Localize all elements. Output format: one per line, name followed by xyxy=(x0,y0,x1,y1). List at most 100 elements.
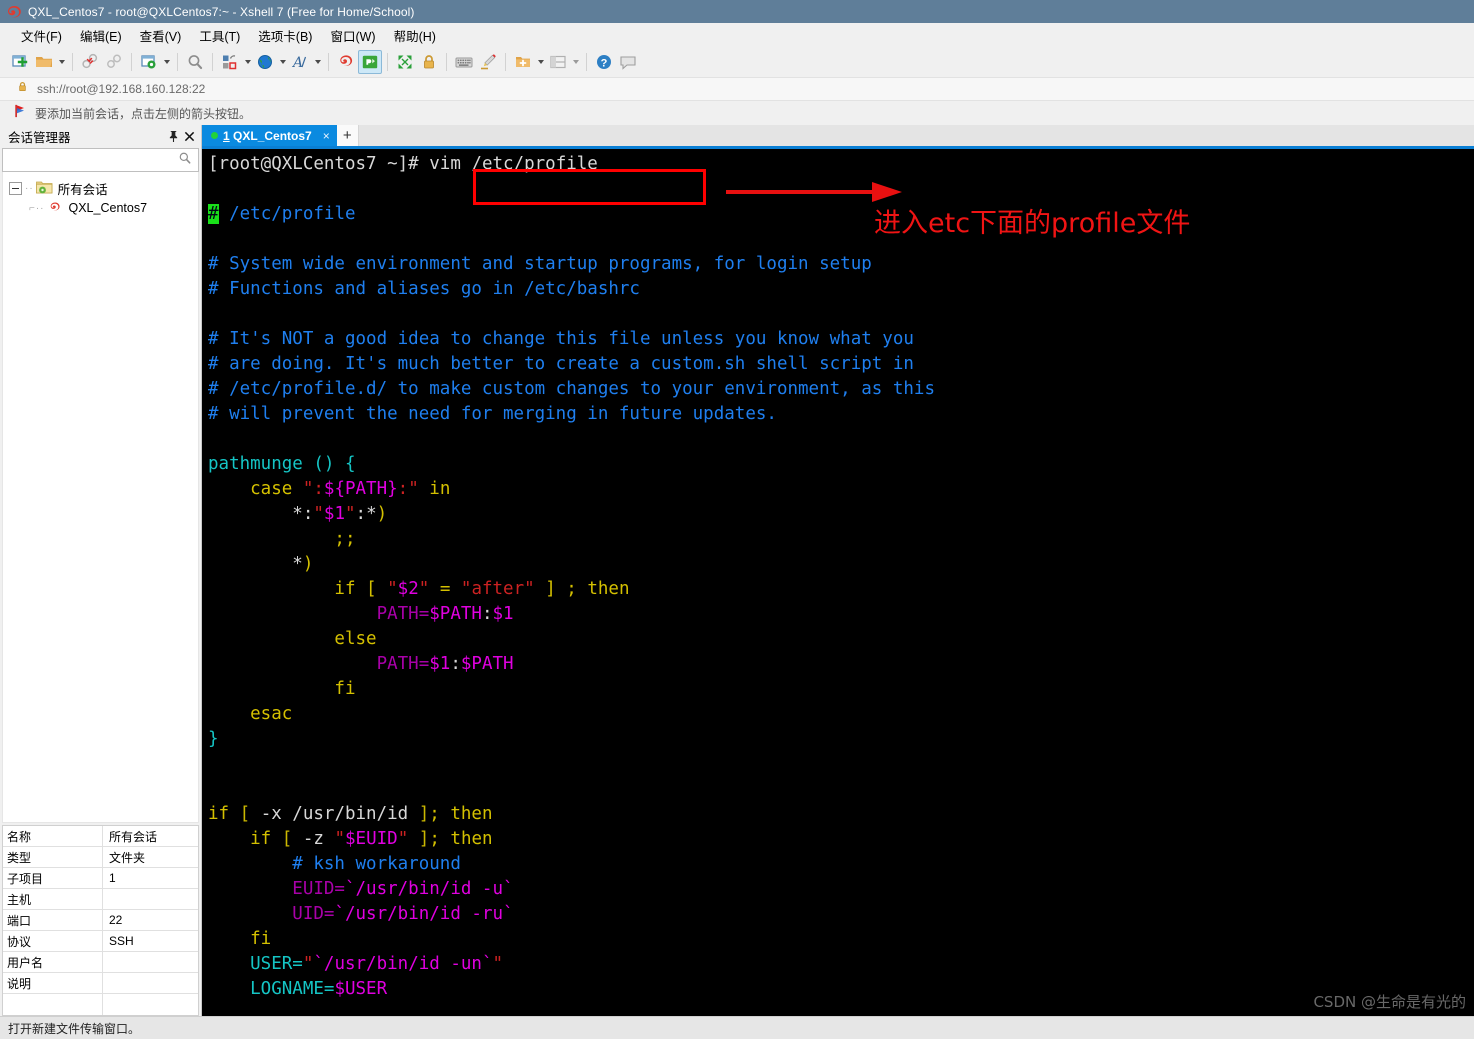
new-folder-icon[interactable] xyxy=(511,50,535,74)
terminal-line-comment: # will prevent the need for merging in f… xyxy=(208,404,777,424)
menu-window[interactable]: 窗口(W) xyxy=(321,24,384,47)
session-manager-header: 会话管理器 xyxy=(0,125,201,147)
prop-value: 22 xyxy=(109,913,123,927)
reconnect-icon[interactable] xyxy=(102,50,126,74)
main-body: 会话管理器 ·· 所有会话 ⌐·· QXL_Centos7 名称 所有会话 类型… xyxy=(0,125,1474,1016)
collapse-icon[interactable] xyxy=(9,181,22,195)
tab-bar: 1 QXL_Centos7 × + xyxy=(202,125,1474,149)
toolbar-separator xyxy=(505,53,506,71)
lock-icon[interactable] xyxy=(417,50,441,74)
find-icon[interactable] xyxy=(183,50,207,74)
comment-icon[interactable] xyxy=(616,50,640,74)
toolbar: A ? xyxy=(0,47,1474,77)
shell-prompt: [root@QXLCentos7 ~]# xyxy=(208,154,419,174)
new-session-icon[interactable] xyxy=(8,50,32,74)
table-row: 类型 文件夹 xyxy=(3,847,198,868)
toolbar-separator xyxy=(446,53,447,71)
table-row: 端口 22 xyxy=(3,910,198,931)
terminal-line-code: PATH=$1:$PATH xyxy=(208,654,514,674)
prop-value xyxy=(103,952,198,972)
session-tree[interactable]: ·· 所有会话 ⌐·· QXL_Centos7 xyxy=(2,172,199,823)
open-folder-icon[interactable] xyxy=(32,50,56,74)
prop-value xyxy=(103,889,198,909)
open-folder-dropdown-caret[interactable] xyxy=(56,51,67,73)
terminal-line-code: pathmunge () { xyxy=(208,454,356,474)
split-view-icon[interactable] xyxy=(546,50,570,74)
session-properties-icon[interactable] xyxy=(137,50,161,74)
prop-value: 文件夹 xyxy=(109,850,146,865)
prop-key: 类型 xyxy=(3,847,103,867)
session-manager-title: 会话管理器 xyxy=(8,130,71,145)
address-bar[interactable]: ssh://root@192.168.160.128:22 xyxy=(0,77,1474,101)
font-icon[interactable]: A xyxy=(288,50,312,74)
menu-view[interactable]: 查看(V) xyxy=(131,24,191,47)
close-icon[interactable] xyxy=(181,128,197,144)
menu-file[interactable]: 文件(F) xyxy=(12,24,71,47)
terminal-line-code: case ":${PATH}:" in xyxy=(208,479,451,499)
shell-command: vim /etc/profile xyxy=(429,154,598,174)
terminal-line-comment: # ksh workaround xyxy=(208,854,461,874)
terminal-line-code: EUID=`/usr/bin/id -u` xyxy=(208,879,514,899)
terminal-screen[interactable]: [root@QXLCentos7 ~]# vim /etc/profile # … xyxy=(202,149,1474,1016)
terminal-line-code: UID=`/usr/bin/id -ru` xyxy=(208,904,514,924)
prop-value xyxy=(103,973,198,993)
terminal-line-comment: # are doing. It's much better to create … xyxy=(208,354,914,374)
prop-value: SSH xyxy=(109,934,134,948)
terminal-line-code: LOGNAME=$USER xyxy=(208,979,388,999)
prop-key: 名称 xyxy=(3,826,103,846)
session-properties-table: 名称 所有会话 类型 文件夹 子项目 1 主机 端口 22 协议 SSH 用户名… xyxy=(2,825,199,1016)
menu-tools[interactable]: 工具(T) xyxy=(190,24,249,47)
disconnect-icon[interactable] xyxy=(78,50,102,74)
svg-text:A: A xyxy=(291,55,303,71)
prop-key xyxy=(3,994,103,1015)
menu-tab[interactable]: 选项卡(B) xyxy=(249,24,321,47)
tree-item-label: QXL_Centos7 xyxy=(68,201,148,215)
help-icon[interactable]: ? xyxy=(592,50,616,74)
new-folder-dropdown-caret[interactable] xyxy=(535,51,546,73)
table-row: 用户名 xyxy=(3,952,198,973)
tree-item-qxl-centos7[interactable]: ⌐·· QXL_Centos7 xyxy=(3,198,198,218)
terminal-line-comment: # /etc/profile.d/ to make custom changes… xyxy=(208,379,935,399)
terminal-line-filename: # /etc/profile xyxy=(208,202,1474,227)
xshell-icon[interactable] xyxy=(334,50,358,74)
hint-bar: 要添加当前会话，点击左侧的箭头按钮。 xyxy=(0,101,1474,125)
vim-filename: /etc/profile xyxy=(229,204,356,224)
keyboard-icon[interactable] xyxy=(452,50,476,74)
split-view-dropdown-caret[interactable] xyxy=(570,51,581,73)
layout-dropdown-caret[interactable] xyxy=(242,51,253,73)
tree-root-all-sessions[interactable]: ·· 所有会话 xyxy=(3,178,198,198)
menu-edit[interactable]: 编辑(E) xyxy=(71,24,131,47)
terminal-line-code: *:"$1":*) xyxy=(208,504,388,524)
prop-key: 端口 xyxy=(3,910,103,930)
tab-qxl-centos7[interactable]: 1 QXL_Centos7 × xyxy=(202,125,337,146)
font-dropdown-caret[interactable] xyxy=(312,51,323,73)
prop-key: 用户名 xyxy=(3,952,103,972)
session-search-box[interactable] xyxy=(2,148,199,172)
close-icon[interactable]: × xyxy=(323,130,330,142)
terminal-line-code: } xyxy=(208,729,219,749)
toolbar-separator xyxy=(72,53,73,71)
layout-icon[interactable] xyxy=(218,50,242,74)
prop-value xyxy=(103,994,198,1015)
globe-dropdown-caret[interactable] xyxy=(277,51,288,73)
highlight-pen-icon[interactable] xyxy=(476,50,500,74)
session-search-input[interactable] xyxy=(3,153,178,167)
fullscreen-icon[interactable] xyxy=(393,50,417,74)
xshell-spiral-logo-icon xyxy=(6,4,22,20)
terminal-line-comment: # Functions and aliases go in /etc/bashr… xyxy=(208,279,640,299)
session-properties-dropdown-caret[interactable] xyxy=(161,51,172,73)
prop-key: 主机 xyxy=(3,889,103,909)
block-cursor: # xyxy=(208,204,219,224)
tab-index: 1 xyxy=(223,128,230,143)
terminal-line-comment: # It's NOT a good idea to change this fi… xyxy=(208,329,914,349)
globe-icon[interactable] xyxy=(253,50,277,74)
new-tab-button[interactable]: + xyxy=(336,125,359,146)
terminal-line-code: fi xyxy=(208,929,272,949)
search-icon[interactable] xyxy=(178,151,198,170)
menu-help[interactable]: 帮助(H) xyxy=(385,24,445,47)
address-value[interactable]: ssh://root@192.168.160.128:22 xyxy=(37,82,205,96)
title-bar: QXL_Centos7 - root@QXLCentos7:~ - Xshell… xyxy=(0,0,1474,23)
xftp-icon[interactable] xyxy=(358,50,382,74)
status-bar: 打开新建文件传输窗口。 xyxy=(0,1016,1474,1039)
pin-icon[interactable] xyxy=(165,128,181,144)
